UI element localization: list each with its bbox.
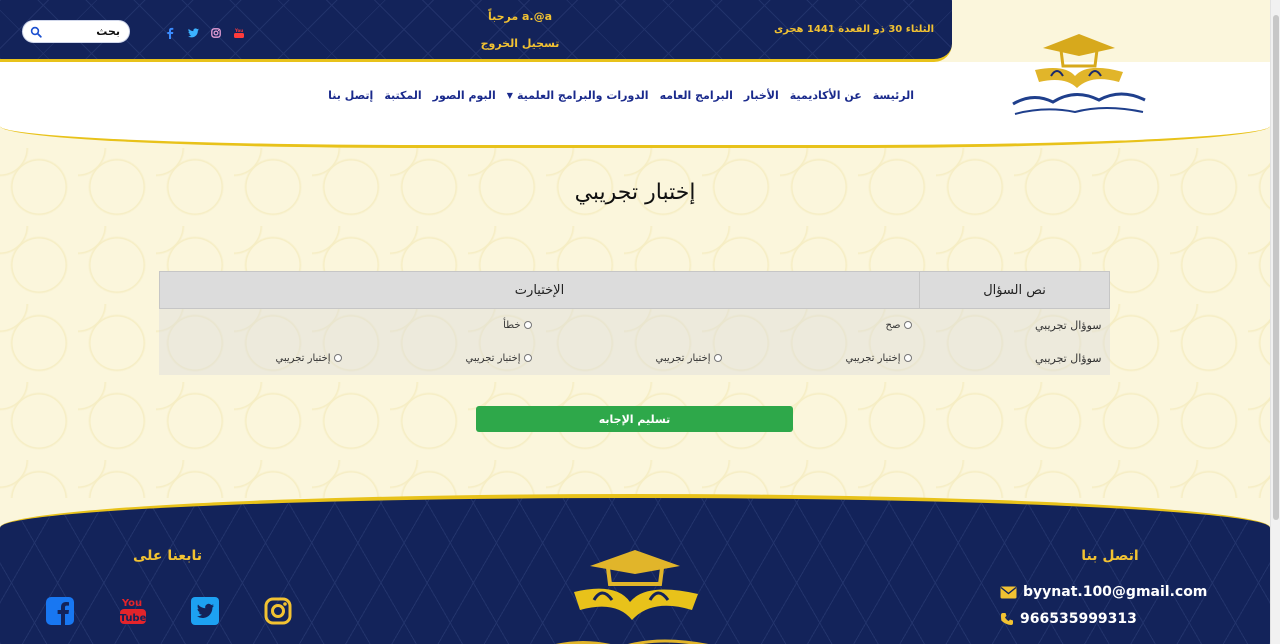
hijri-date: الثلثاء 30 ذو القعدة 1441 هجرى [773, 24, 935, 35]
quiz-table: نص السؤال الإختيارت سوؤال تجريبي صح خطأ [159, 271, 1110, 375]
follow-title: تابعنا على [133, 548, 202, 564]
option-true[interactable]: صح [730, 320, 920, 331]
table-row: سوؤال تجريبي إختبار تجريبي إختبار تجريبي… [160, 342, 1110, 375]
nav-item-home[interactable]: الرئيسة [873, 89, 914, 102]
page-title: إختبار تجريبي [574, 180, 696, 205]
header-question-text: نص السؤال [919, 271, 1110, 309]
caret-down-icon: ▼ [506, 91, 513, 100]
radio-button[interactable] [903, 321, 912, 330]
options-cell: إختبار تجريبي إختبار تجريبي إختبار تجريب… [160, 342, 920, 375]
option-label: إختبار تجريبي [275, 352, 331, 364]
footer-logo [530, 546, 740, 644]
nav-item-about[interactable]: عن الأكاديمية [790, 89, 862, 102]
radio-button[interactable] [333, 354, 342, 362]
search-icon[interactable] [30, 26, 42, 38]
youtube-icon[interactable]: You Tube [118, 596, 148, 626]
submit-answers-button[interactable]: تسليم الإجابه [476, 406, 793, 432]
instagram-icon[interactable] [209, 27, 223, 39]
nav-item-library[interactable]: المكتبة [384, 89, 421, 102]
header-choices: الإختيارت [159, 271, 920, 309]
nav-item-general-programs[interactable]: البرامج العامه [660, 89, 733, 102]
question-text: سوؤال تجريبي [1034, 318, 1102, 332]
youtube-icon[interactable]: You [232, 27, 246, 39]
option-2[interactable]: إختبار تجريبي [540, 353, 730, 364]
svg-text:Tube: Tube [120, 613, 147, 624]
welcome-text: مرحباً a.@a [487, 10, 553, 23]
search-input[interactable] [50, 25, 120, 38]
logout-link[interactable]: تسجيل الخروج [470, 37, 570, 50]
radio-button[interactable] [523, 354, 532, 362]
nav-item-contact[interactable]: إتصل بنا [328, 89, 373, 102]
table-header-row: نص السؤال الإختيارت [159, 271, 1110, 309]
table-row: سوؤال تجريبي صح خطأ [160, 309, 1110, 342]
options-group: إختبار تجريبي إختبار تجريبي إختبار تجريب… [160, 353, 920, 364]
nav-item-courses-label: الدورات والبرامج العلمية [516, 89, 649, 102]
scrollbar-thumb[interactable] [1273, 15, 1279, 520]
footer: اتصل بنا byynat.100@gmail.com 9665359993… [0, 494, 1270, 644]
options-cell: صح خطأ [160, 309, 920, 342]
option-1[interactable]: إختبار تجريبي [730, 353, 920, 364]
nav-item-courses[interactable]: الدورات والبرامج العلمية ▼ [507, 89, 649, 102]
option-label: إختبار تجريبي [655, 352, 711, 364]
radio-button[interactable] [713, 354, 722, 362]
email-text: byynat.100@gmail.com [1023, 584, 1208, 600]
svg-text:You: You [234, 28, 243, 33]
facebook-icon[interactable] [163, 27, 177, 39]
envelope-icon [1000, 586, 1017, 598]
contact-phone[interactable]: 966535999313 [1000, 611, 1230, 627]
option-label: إختبار تجريبي [845, 352, 901, 364]
option-false[interactable]: خطأ [350, 320, 540, 331]
options-group: صح خطأ [160, 320, 920, 331]
instagram-icon[interactable] [263, 596, 293, 626]
top-bar: You مرحباً a.@a تسجيل الخروج الثلثاء 30 … [0, 0, 952, 62]
nav-item-photo-album[interactable]: البوم الصور [433, 89, 496, 102]
vertical-scrollbar[interactable] [1270, 0, 1280, 644]
facebook-icon[interactable] [45, 596, 75, 626]
svg-text:You: You [121, 598, 142, 609]
twitter-icon[interactable] [190, 596, 220, 626]
option-label: صح [885, 319, 901, 331]
phone-text: 966535999313 [1020, 611, 1137, 627]
question-text: سوؤال تجريبي [1034, 351, 1102, 365]
option-label: خطأ [503, 319, 521, 331]
option-3[interactable]: إختبار تجريبي [350, 353, 540, 364]
radio-button[interactable] [523, 321, 532, 330]
radio-button[interactable] [903, 354, 912, 362]
nav-item-news[interactable]: الأخبار [744, 89, 779, 102]
option-label: إختبار تجريبي [465, 352, 521, 364]
contact-title: اتصل بنا [1081, 548, 1139, 564]
main-nav: الرئيسة عن الأكاديمية الأخبار البرامج ال… [317, 89, 914, 102]
contact-email[interactable]: byynat.100@gmail.com [1000, 584, 1230, 600]
twitter-icon[interactable] [186, 27, 200, 39]
academy-logo[interactable] [1005, 26, 1153, 122]
search-box[interactable] [22, 20, 130, 43]
option-4[interactable]: إختبار تجريبي [160, 353, 350, 364]
phone-icon [1001, 613, 1013, 625]
